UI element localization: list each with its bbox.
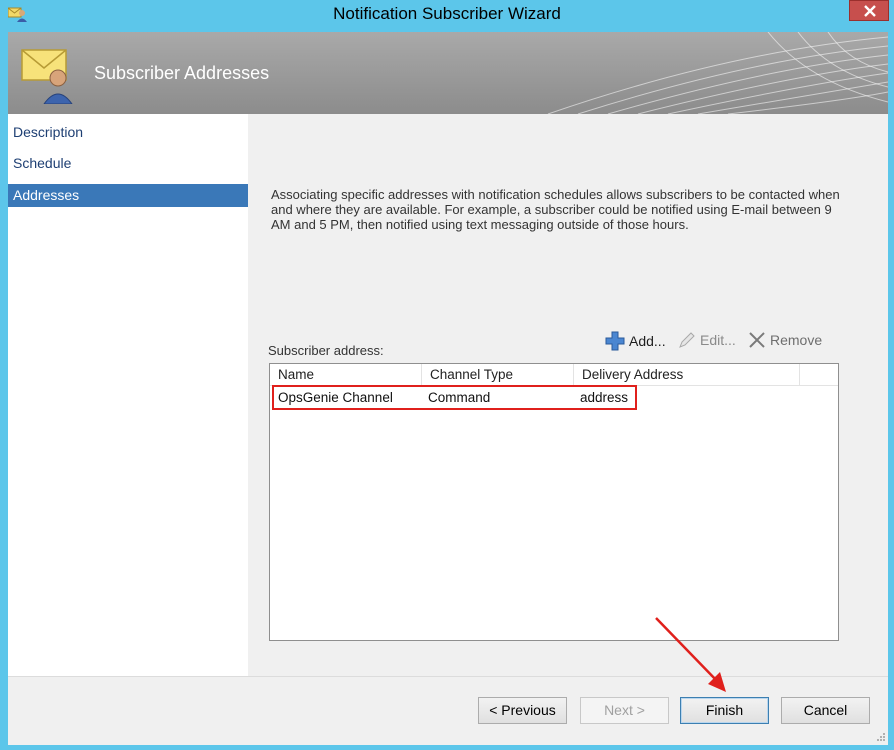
- remove-button-label: Remove: [770, 332, 823, 348]
- resize-grip[interactable]: [876, 732, 886, 742]
- next-button[interactable]: Next >: [580, 697, 669, 724]
- finish-button[interactable]: Finish: [680, 697, 769, 724]
- table-row[interactable]: OpsGenie Channel Command address: [270, 387, 838, 409]
- close-button[interactable]: [849, 0, 889, 21]
- edit-button[interactable]: Edit...: [678, 331, 736, 349]
- wizard-footer: < Previous Next > Finish Cancel: [8, 676, 888, 745]
- x-icon: [749, 332, 765, 348]
- cell-delivery-address: address: [580, 390, 629, 405]
- previous-button[interactable]: < Previous: [478, 697, 567, 724]
- addresses-panel: Associating specific addresses with noti…: [248, 114, 888, 676]
- subscriber-address-list[interactable]: Name Channel Type Delivery Address OpsGe…: [269, 363, 839, 641]
- wizard-client-area: Subscriber Addresses Description Schedul…: [8, 32, 888, 745]
- cancel-button[interactable]: Cancel: [781, 697, 870, 724]
- wizard-banner: Subscriber Addresses: [8, 32, 888, 114]
- column-header-channel-type[interactable]: Channel Type: [422, 364, 574, 385]
- nav-item-schedule[interactable]: Schedule: [8, 152, 248, 175]
- wizard-window: Notification Subscriber Wizard Subscribe…: [0, 0, 894, 750]
- remove-button[interactable]: Remove: [748, 331, 822, 349]
- wizard-nav: Description Schedule Addresses: [8, 114, 248, 676]
- banner-swirl-decoration: [547, 32, 888, 114]
- addresses-description: Associating specific addresses with noti…: [271, 187, 840, 232]
- pencil-icon: [679, 332, 695, 348]
- subscriber-address-label: Subscriber address:: [268, 343, 384, 358]
- nav-item-description[interactable]: Description: [8, 121, 248, 144]
- nav-item-addresses[interactable]: Addresses: [8, 184, 248, 207]
- column-header-name[interactable]: Name: [270, 364, 422, 385]
- close-icon: [864, 5, 876, 17]
- edit-button-label: Edit...: [700, 332, 736, 348]
- add-button-label: Add...: [629, 333, 666, 349]
- window-title: Notification Subscriber Wizard: [333, 4, 561, 23]
- plus-icon: [605, 331, 625, 351]
- cell-name: OpsGenie Channel: [278, 390, 393, 405]
- envelope-user-icon: [20, 44, 80, 105]
- cell-channel-type: Command: [428, 390, 491, 405]
- column-header-delivery-address[interactable]: Delivery Address: [574, 364, 800, 385]
- page-title: Subscriber Addresses: [94, 63, 270, 83]
- list-header: Name Channel Type Delivery Address: [270, 364, 838, 386]
- add-button[interactable]: Add...: [605, 331, 666, 351]
- title-bar[interactable]: Notification Subscriber Wizard: [0, 0, 894, 30]
